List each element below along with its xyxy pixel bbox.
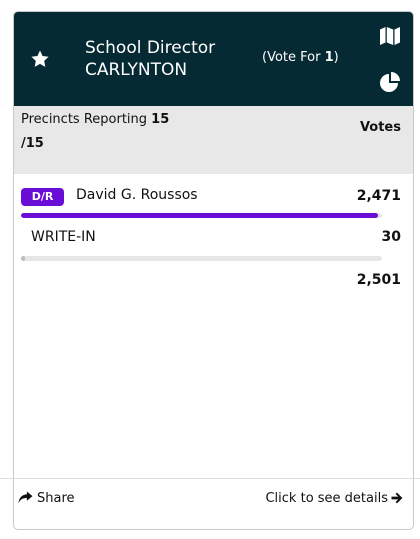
vote-for-count: 1 xyxy=(324,50,334,65)
race-title-line1: School Director xyxy=(85,38,216,58)
candidate-name: David G. Roussos xyxy=(76,187,198,203)
precincts-total: /15 xyxy=(21,136,44,151)
vote-for-suffix: ) xyxy=(333,50,339,65)
race-card: School Director CARLYNTON (Vote For 1) xyxy=(13,11,414,530)
pie-chart-icon[interactable] xyxy=(379,71,401,93)
star-icon[interactable] xyxy=(30,49,50,69)
write-in-name: WRITE-IN xyxy=(31,229,96,245)
total-votes: 2,501 xyxy=(356,272,401,288)
candidate-vote-bar-fill xyxy=(21,213,378,218)
precincts-reporting-count: 15 xyxy=(151,112,170,127)
race-header: School Director CARLYNTON (Vote For 1) xyxy=(14,12,413,106)
votes-column-header: Votes xyxy=(359,120,401,135)
vote-for-prefix: (Vote For xyxy=(262,50,325,65)
party-badge: D/R xyxy=(21,188,64,206)
see-details-link[interactable]: Click to see details xyxy=(265,491,403,506)
write-in-votes: 30 xyxy=(381,229,401,245)
vote-for-label: (Vote For 1) xyxy=(262,50,339,65)
race-title-line2: CARLYNTON xyxy=(85,60,188,80)
map-icon[interactable] xyxy=(379,26,401,46)
footer-divider xyxy=(0,478,420,479)
see-details-label: Click to see details xyxy=(265,491,388,506)
arrow-right-icon xyxy=(391,492,403,504)
precincts-label: Precincts Reporting xyxy=(21,112,152,127)
share-label: Share xyxy=(37,491,75,506)
share-icon xyxy=(18,491,33,504)
write-in-vote-bar xyxy=(21,256,382,261)
write-in-vote-bar-fill xyxy=(21,256,26,261)
candidate-vote-bar xyxy=(21,213,382,218)
share-button[interactable]: Share xyxy=(18,491,75,506)
candidate-votes: 2,471 xyxy=(356,188,401,204)
precincts-reporting: Precincts Reporting 15/15 xyxy=(21,108,196,156)
race-title: School Director CARLYNTON xyxy=(85,37,215,81)
